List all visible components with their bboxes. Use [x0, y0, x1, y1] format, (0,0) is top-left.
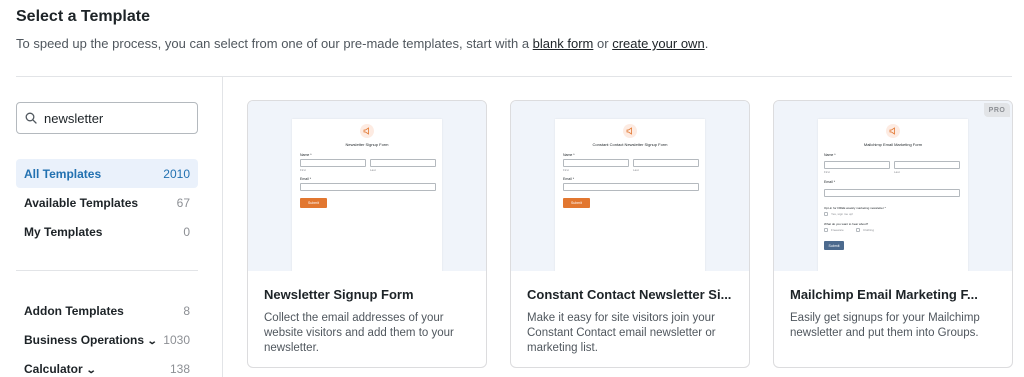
form-preview-sheet: Mailchimp Email Marketing Form Name * Fi…	[818, 119, 968, 271]
preview-last-label: Last	[894, 170, 900, 174]
category-business-operations[interactable]: Business Operations ⌄ 1030	[16, 325, 198, 354]
preview-first-field	[563, 159, 629, 167]
category-count: 138	[169, 361, 190, 376]
template-title: Mailchimp Email Marketing F...	[790, 287, 978, 302]
search-input[interactable]	[44, 110, 184, 126]
category-label: All Templates	[24, 166, 102, 181]
create-your-own-link[interactable]: create your own	[612, 36, 705, 51]
template-preview: Mailchimp Email Marketing Form Name * Fi…	[774, 101, 1012, 271]
template-card-constant-contact[interactable]: Constant Contact Newsletter Signup Form …	[510, 100, 750, 368]
template-card-newsletter-signup[interactable]: Newsletter Signup Form Name * First Last…	[247, 100, 487, 368]
template-description: Easily get signups for your Mailchimp ne…	[790, 312, 980, 339]
preview-email-field	[824, 189, 960, 197]
blank-form-link[interactable]: blank form	[533, 36, 594, 51]
preview-last-label: Last	[633, 168, 639, 172]
category-label-wrap: Business Operations ⌄	[24, 332, 158, 347]
preview-first-field	[824, 161, 890, 169]
page-subtitle: To speed up the process, you can select …	[16, 36, 708, 51]
preview-first-label: First	[300, 168, 306, 172]
category-count: 0	[183, 224, 190, 239]
preview-checkbox	[856, 228, 860, 232]
preview-interest-label: What do you want to hear about?	[824, 222, 869, 226]
preview-first-field	[300, 159, 366, 167]
preview-last-field	[370, 159, 436, 167]
preview-submit-button: Submit	[300, 198, 327, 208]
preview-submit-button: Submit	[824, 241, 844, 250]
chevron-down-icon[interactable]: ⌄	[85, 365, 96, 376]
preview-checkbox-label: Yes, sign me up!	[831, 212, 854, 216]
preview-first-label: First	[824, 170, 830, 174]
template-title: Newsletter Signup Form	[264, 287, 414, 302]
search-icon	[25, 112, 37, 124]
preview-email-label: Email *	[824, 180, 836, 184]
template-preview: Constant Contact Newsletter Signup Form …	[511, 101, 749, 271]
category-addon-templates[interactable]: Addon Templates 8	[16, 296, 198, 325]
page-header: Select a Template To speed up the proces…	[16, 8, 708, 51]
subtitle-text: To speed up the process, you can select …	[16, 36, 530, 51]
preview-email-label: Email *	[300, 177, 312, 181]
megaphone-icon	[886, 124, 900, 138]
category-count: 8	[183, 303, 190, 318]
template-description: Collect the email addresses of your webs…	[264, 312, 454, 354]
preview-last-field	[894, 161, 960, 169]
category-count: 2010	[163, 166, 190, 181]
category-my-templates[interactable]: My Templates 0	[16, 217, 198, 246]
category-count: 1030	[163, 332, 190, 347]
preview-name-label: Name *	[563, 153, 575, 157]
preview-form-title: Constant Contact Newsletter Signup Form	[592, 142, 668, 147]
preview-email-field	[563, 183, 699, 191]
preview-name-label: Name *	[824, 153, 836, 157]
megaphone-icon	[623, 124, 637, 138]
page-title: Select a Template	[16, 8, 150, 25]
category-label-wrap: Calculator ⌄	[24, 361, 96, 376]
category-all-templates[interactable]: All Templates 2010	[16, 159, 198, 188]
sidebar-divider	[222, 77, 223, 377]
template-preview: Newsletter Signup Form Name * First Last…	[248, 101, 486, 271]
preview-last-field	[633, 159, 699, 167]
category-label: Available Templates	[24, 195, 139, 210]
preview-last-label: Last	[370, 168, 376, 172]
preview-checkbox	[824, 212, 828, 216]
pro-badge: PRO	[984, 103, 1010, 117]
category-calculator[interactable]: Calculator ⌄ 138	[16, 354, 198, 377]
form-preview-sheet: Constant Contact Newsletter Signup Form …	[555, 119, 705, 271]
preview-email-label: Email *	[563, 177, 575, 181]
preview-name-label: Name *	[300, 153, 312, 157]
preview-submit-button: Submit	[563, 198, 590, 208]
preview-form-title: Mailchimp Email Marketing Form	[863, 142, 923, 147]
category-count: 67	[176, 195, 190, 210]
preview-first-label: First	[563, 168, 569, 172]
form-preview-sheet: Newsletter Signup Form Name * First Last…	[292, 119, 442, 271]
or-text: or	[597, 36, 609, 51]
template-description: Make it easy for site visitors join your…	[527, 312, 716, 354]
chevron-down-icon[interactable]: ⌄	[147, 336, 158, 347]
template-card-mailchimp[interactable]: Mailchimp Email Marketing Form Name * Fi…	[773, 100, 1013, 368]
preview-checkbox	[824, 228, 828, 232]
category-label: Calculator	[24, 361, 83, 376]
preview-option-label: Freeware	[831, 228, 844, 232]
category-label: Addon Templates	[24, 303, 124, 318]
megaphone-icon	[360, 124, 374, 138]
search-box[interactable]	[16, 102, 198, 134]
subtitle-period: .	[704, 36, 709, 51]
category-divider	[16, 270, 198, 271]
preview-optin-label: Opt-in for FREE weekly marketing newslet…	[824, 206, 886, 210]
category-label: My Templates	[24, 224, 103, 239]
preview-form-title: Newsletter Signup Form	[345, 142, 389, 147]
category-label: Business Operations	[24, 332, 145, 347]
category-available-templates[interactable]: Available Templates 67	[16, 188, 198, 217]
preview-email-field	[300, 183, 436, 191]
header-divider	[16, 76, 1012, 77]
template-title: Constant Contact Newsletter Si...	[527, 287, 732, 302]
preview-option-label: Clothing	[863, 228, 875, 232]
